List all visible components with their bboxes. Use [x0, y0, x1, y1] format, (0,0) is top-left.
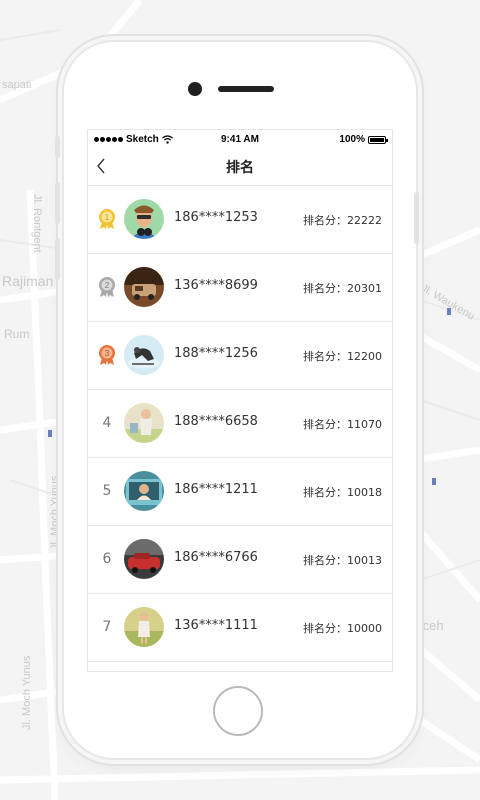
- phone-power-button: [414, 192, 419, 244]
- score-value: 10000: [347, 622, 382, 635]
- rank-number: 4: [102, 415, 112, 431]
- battery-percent: 100%: [339, 134, 365, 145]
- ranking-score: 排名分：20301: [303, 280, 382, 296]
- avatar: [124, 199, 164, 239]
- phone-number: 188****6658: [174, 414, 258, 429]
- score-label: 排名分：: [303, 486, 347, 499]
- ranking-row[interactable]: [88, 662, 392, 671]
- rank-number: 7: [102, 619, 112, 635]
- avatar: [124, 267, 164, 307]
- phone-number: 136****8699: [174, 278, 258, 293]
- ranking-row[interactable]: 3 188****1256 排名分：12200: [88, 322, 392, 390]
- ranking-row[interactable]: 5 186****1211 排名分：10018: [88, 458, 392, 526]
- bronze-medal-icon: 3: [96, 344, 118, 366]
- ranking-score: 排名分：11070: [303, 416, 382, 432]
- ranking-row[interactable]: 4 188****6658 排名分：11070: [88, 390, 392, 458]
- silver-medal-icon: 2: [96, 276, 118, 298]
- score-value: 22222: [347, 214, 382, 227]
- page-title: 排名: [226, 160, 254, 176]
- map-label-rum: Rum: [4, 327, 29, 341]
- ranking-row[interactable]: 6 186****6766 排名分：10013: [88, 526, 392, 594]
- score-label: 排名分：: [303, 282, 347, 295]
- map-label-moch-yunus-1: Jl. Moch Yunus: [49, 475, 61, 550]
- rank-number: 5: [102, 483, 112, 499]
- avatar: [124, 607, 164, 647]
- score-label: 排名分：: [303, 214, 347, 227]
- ranking-row[interactable]: 2 136****8699 排名分：20301: [88, 254, 392, 322]
- ranking-list: 1 186****1253 排名分：22222 2 136****8699 排名…: [88, 186, 392, 671]
- app-screen: Sketch 9:41 AM 100% 排名 1 186****1253 排名分…: [87, 129, 393, 672]
- phone-frame: Sketch 9:41 AM 100% 排名 1 186****1253 排名分…: [55, 42, 419, 758]
- phone-number: 186****1211: [174, 482, 258, 497]
- score-value: 11070: [347, 418, 382, 431]
- score-value: 12200: [347, 350, 382, 363]
- score-label: 排名分：: [303, 554, 347, 567]
- phone-side-button: [55, 136, 60, 158]
- score-value: 10013: [347, 554, 382, 567]
- gold-medal-icon: 1: [96, 208, 118, 230]
- ranking-score: 排名分：22222: [303, 212, 382, 228]
- avatar: [124, 471, 164, 511]
- home-button[interactable]: [213, 686, 263, 736]
- avatar: [124, 539, 164, 579]
- phone-volume-down: [55, 238, 60, 280]
- phone-number: 186****6766: [174, 550, 258, 565]
- avatar: [124, 403, 164, 443]
- ranking-score: 排名分：12200: [303, 348, 382, 364]
- nav-bar: 排名: [88, 150, 392, 186]
- ranking-score: 排名分：10013: [303, 552, 382, 568]
- battery-icon: [368, 135, 388, 144]
- map-label-sapati: sapati: [2, 79, 31, 91]
- phone-volume-up: [55, 182, 60, 224]
- ranking-row[interactable]: 7 136****1111 排名分：10000: [88, 594, 392, 662]
- score-label: 排名分：: [303, 350, 347, 363]
- score-value: 10018: [347, 486, 382, 499]
- ranking-row[interactable]: 1 186****1253 排名分：22222: [88, 186, 392, 254]
- phone-number: 188****1256: [174, 346, 258, 361]
- map-label-rajiman: Rajiman: [2, 273, 53, 289]
- svg-text:3: 3: [105, 349, 110, 358]
- ranking-score: 排名分：10000: [303, 620, 382, 636]
- camera: [188, 82, 202, 96]
- map-label-aceh: Aceh: [414, 618, 444, 633]
- score-label: 排名分：: [303, 622, 347, 635]
- svg-text:1: 1: [105, 213, 110, 222]
- score-label: 排名分：: [303, 418, 347, 431]
- ranking-score: 排名分：10018: [303, 484, 382, 500]
- svg-text:2: 2: [105, 281, 110, 290]
- speaker: [218, 86, 274, 92]
- score-value: 20301: [347, 282, 382, 295]
- phone-number: 136****1111: [174, 618, 258, 633]
- avatar: [124, 335, 164, 375]
- status-bar: Sketch 9:41 AM 100%: [88, 130, 392, 150]
- rank-number: 6: [102, 551, 112, 567]
- map-label-rontgent: Jl. Rontgent: [31, 194, 43, 253]
- map-label-moch-yunus-2: Jl. Moch Yunus: [21, 655, 33, 730]
- phone-number: 186****1253: [174, 210, 258, 225]
